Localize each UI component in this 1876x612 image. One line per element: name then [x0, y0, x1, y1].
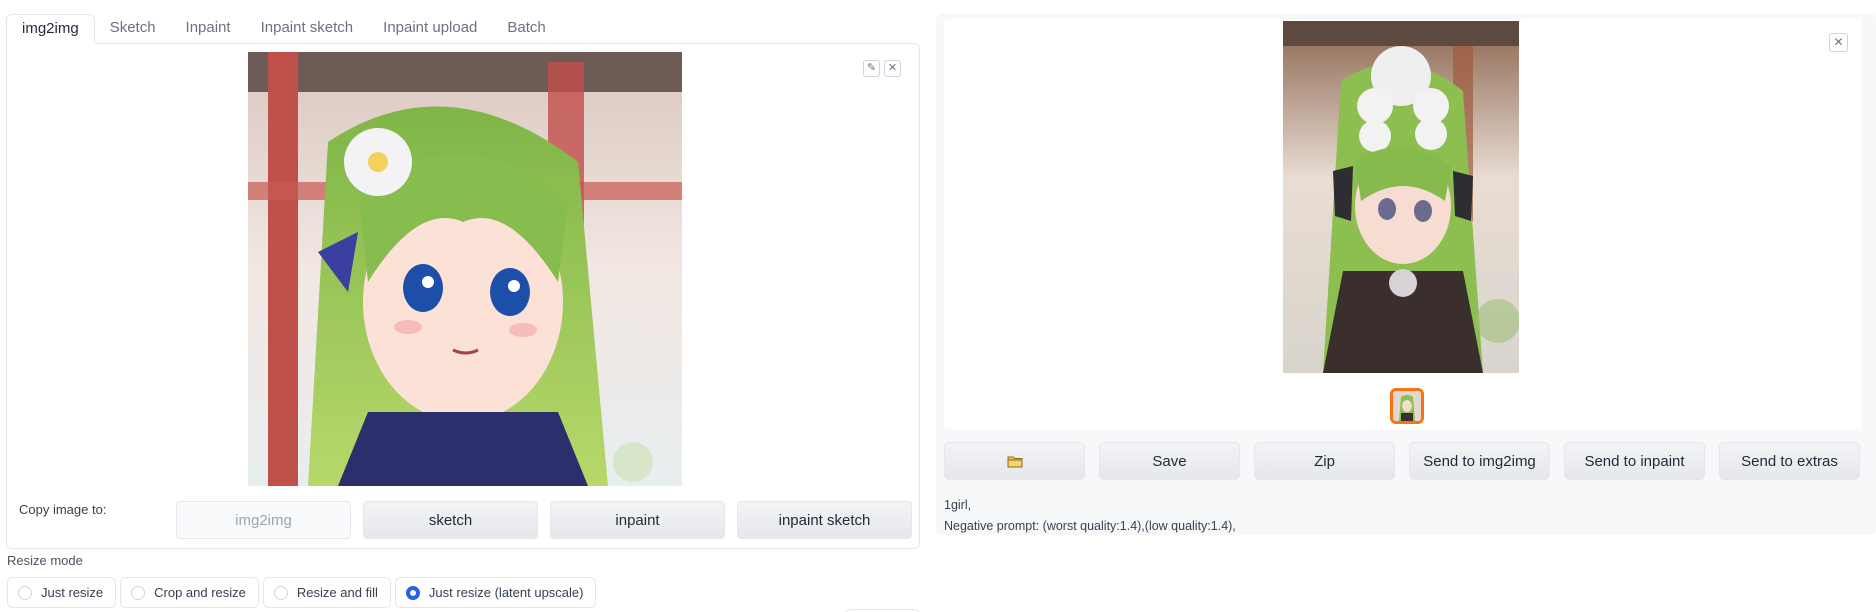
- send-to-inpaint-button[interactable]: Send to inpaint: [1564, 442, 1705, 480]
- radio-label: Resize and fill: [296, 585, 378, 600]
- radio-label: Just resize (latent upscale): [428, 585, 584, 600]
- image-tools: ✎ ✕: [863, 60, 901, 77]
- copy-to-img2img-button[interactable]: img2img: [176, 501, 351, 539]
- negative-prompt-text: Negative prompt: (worst quality:1.4),(lo…: [944, 519, 1236, 533]
- zip-button[interactable]: Zip: [1254, 442, 1395, 480]
- tab-sketch[interactable]: Sketch: [95, 14, 171, 44]
- save-button[interactable]: Save: [1099, 442, 1240, 480]
- tab-inpaint-sketch[interactable]: Inpaint sketch: [246, 14, 369, 44]
- tab-inpaint[interactable]: Inpaint: [171, 14, 246, 44]
- tab-batch[interactable]: Batch: [492, 14, 560, 44]
- input-image[interactable]: [248, 52, 682, 486]
- radio-label: Just resize: [41, 585, 104, 600]
- prompt-text: 1girl,: [944, 498, 972, 512]
- open-folder-button[interactable]: [944, 442, 1085, 480]
- tab-inpaint-upload[interactable]: Inpaint upload: [368, 14, 492, 44]
- copy-image-buttons: img2img sketch inpaint inpaint sketch: [176, 501, 912, 539]
- resize-option-latent-upscale[interactable]: Just resize (latent upscale): [394, 577, 597, 608]
- img2img-tabs: img2img Sketch Inpaint Inpaint sketch In…: [6, 14, 561, 44]
- radio-label: Crop and resize: [154, 585, 246, 600]
- radio-dot: [273, 585, 288, 600]
- folder-icon: [1007, 456, 1022, 467]
- send-to-img2img-button[interactable]: Send to img2img: [1409, 442, 1550, 480]
- output-image-illustration: [1283, 21, 1519, 373]
- pencil-icon[interactable]: ✎: [863, 60, 880, 77]
- copy-to-inpaint-sketch-button[interactable]: inpaint sketch: [737, 501, 912, 539]
- copy-to-sketch-button[interactable]: sketch: [363, 501, 538, 539]
- radio-dot: [18, 585, 32, 600]
- resize-option-resize-and-fill[interactable]: Resize and fill: [262, 577, 391, 608]
- copy-to-inpaint-button[interactable]: inpaint: [550, 501, 725, 539]
- resize-mode-radio-group: Just resize Crop and resize Resize and f…: [7, 577, 597, 608]
- radio-dot: [131, 585, 146, 600]
- close-icon[interactable]: ✕: [884, 60, 901, 77]
- close-icon[interactable]: ✕: [1829, 33, 1848, 52]
- output-image[interactable]: [1283, 21, 1519, 373]
- send-to-extras-button[interactable]: Send to extras: [1719, 442, 1860, 480]
- resize-option-just-resize[interactable]: Just resize: [7, 577, 117, 608]
- output-actions: Save Zip Send to img2img Send to inpaint…: [944, 442, 1860, 480]
- img2img-panel: ✎ ✕ Copy image to: img2img sketch inpain…: [6, 43, 920, 549]
- output-gallery: ✕: [944, 19, 1862, 429]
- generation-info: 1girl, Negative prompt: (worst quality:1…: [944, 495, 1236, 537]
- resize-mode-label: Resize mode: [7, 553, 83, 568]
- output-panel: ✕ Save Zip Send to img2img Send to inpai…: [936, 13, 1876, 535]
- resize-option-crop-and-resize[interactable]: Crop and resize: [120, 577, 259, 608]
- radio-dot-selected: [405, 585, 420, 600]
- thumbnail-illustration: [1393, 391, 1421, 421]
- copy-image-label: Copy image to:: [19, 502, 107, 517]
- input-image-illustration: [248, 52, 682, 486]
- gallery-thumbnail[interactable]: [1390, 388, 1424, 424]
- tab-img2img[interactable]: img2img: [6, 14, 95, 44]
